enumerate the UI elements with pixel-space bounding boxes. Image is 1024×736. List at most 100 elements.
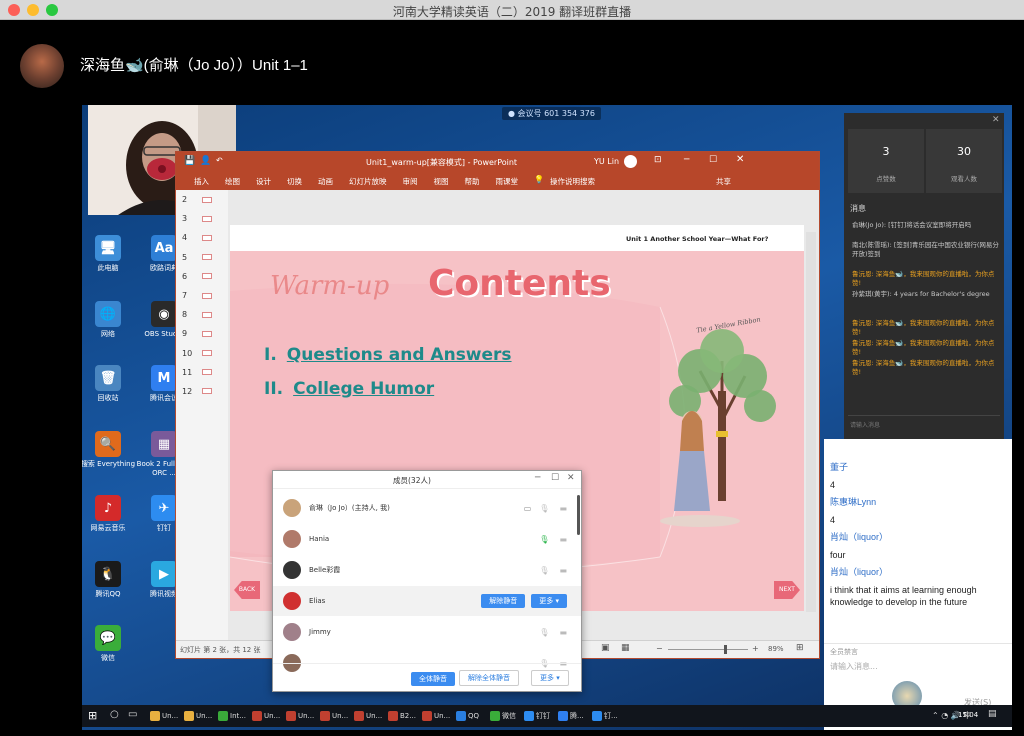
camera-icon[interactable]: ▬ xyxy=(559,504,567,513)
user-avatar[interactable] xyxy=(624,155,637,168)
close-icon[interactable]: ✕ xyxy=(736,154,744,165)
slide-thumbnail[interactable]: 4 xyxy=(176,228,228,247)
desktop-icon[interactable]: 🌐 网络 xyxy=(82,301,138,339)
member-row[interactable]: Hania 🎙 ▬ xyxy=(273,524,581,554)
unmute-button[interactable]: 解除静音 xyxy=(481,594,526,608)
member-row[interactable]: Jimmy 🎙 ▬ xyxy=(273,617,581,647)
sorter-view-icon[interactable]: ▦ xyxy=(621,643,630,653)
member-row[interactable]: 俞琳（Jo Jo）(主持人, 我) ▭ 🎙 ▬ xyxy=(273,493,581,523)
slide-thumbnail[interactable]: 10 xyxy=(176,344,228,363)
zoom-level[interactable]: 89% xyxy=(768,645,784,653)
ribbon-tab[interactable]: 帮助 xyxy=(465,176,480,187)
ribbon-tab[interactable]: 绘图 xyxy=(225,176,240,187)
zoom-out-icon[interactable]: − xyxy=(656,644,663,653)
taskbar-app[interactable]: Un... xyxy=(352,707,384,725)
taskbar-app[interactable]: Un... xyxy=(284,707,316,725)
ribbon-tab[interactable]: 动画 xyxy=(318,176,333,187)
zoom-slider[interactable] xyxy=(668,649,748,650)
mic-icon[interactable]: 🎙 xyxy=(539,628,549,637)
camera-icon[interactable]: ▬ xyxy=(559,628,567,637)
warmup-heading: Warm-up xyxy=(270,271,390,301)
ribbon-tab[interactable]: 幻灯片放映 xyxy=(349,176,387,187)
taskbar-app[interactable]: Un... xyxy=(318,707,350,725)
start-icon[interactable]: ⊞ xyxy=(88,709,97,722)
screen-share-icon[interactable]: ▭ xyxy=(524,504,532,513)
desktop-icon[interactable]: ♪ 网易云音乐 xyxy=(82,495,138,533)
contents-item-link[interactable]: College Humor xyxy=(293,379,434,399)
search-icon[interactable]: ○ xyxy=(110,709,119,720)
zoom-thumb[interactable] xyxy=(724,645,727,654)
chat-input[interactable]: 请输入消息... xyxy=(830,661,878,672)
desktop-icon[interactable]: 🗑 回收站 xyxy=(82,365,138,403)
taskbar-app[interactable]: Un... xyxy=(420,707,452,725)
ribbon-tab[interactable]: 视图 xyxy=(434,176,449,187)
members-scrollbar[interactable] xyxy=(577,495,580,535)
mute-all-button[interactable]: 全体静音 xyxy=(411,672,455,686)
member-row[interactable]: Elias 解除静音 更多 ▾ xyxy=(273,586,581,616)
streamer-avatar[interactable] xyxy=(20,44,64,88)
taskbar-app[interactable]: 钉钉 xyxy=(522,707,552,725)
normal-view-icon[interactable]: ▣ xyxy=(601,643,610,653)
minimize-icon[interactable]: ─ xyxy=(535,473,540,483)
mic-icon[interactable]: 🎙 xyxy=(539,504,549,513)
task-view-icon[interactable]: ▭ xyxy=(128,709,137,720)
member-row[interactable]: Belle彩霞 🎙 ▬ xyxy=(273,555,581,585)
minimize-icon[interactable]: ─ xyxy=(684,155,689,165)
camera-icon[interactable]: ▬ xyxy=(559,566,567,575)
tell-me-search[interactable]: 操作说明搜索 xyxy=(550,176,595,187)
taskbar-app[interactable]: Un... xyxy=(148,707,180,725)
fit-icon[interactable]: ⊞ xyxy=(796,643,804,653)
taskbar-app[interactable]: Int... xyxy=(216,707,248,725)
desktop-icon[interactable]: 🖥 此电脑 xyxy=(82,235,138,273)
slide-thumbnail[interactable]: 5 xyxy=(176,248,228,267)
slide-thumbnail[interactable]: 9 xyxy=(176,324,228,343)
slide-thumbnail[interactable]: 11 xyxy=(176,363,228,382)
restore-icon[interactable]: ☐ xyxy=(709,155,717,165)
clock[interactable]: 15:04 xyxy=(958,711,978,719)
desktop-icon[interactable]: 🐧 腾讯QQ xyxy=(82,561,138,599)
desktop-icon[interactable]: 🔍 搜索 Everything xyxy=(82,431,138,469)
slide-thumbnail[interactable]: 3 xyxy=(176,209,228,228)
taskbar-app[interactable]: 微信 xyxy=(488,707,518,725)
taskbar-app[interactable]: B2... xyxy=(386,707,418,725)
taskbar-app[interactable]: Un... xyxy=(182,707,214,725)
user-icon[interactable]: 👤 xyxy=(200,156,211,166)
close-icon[interactable]: ✕ xyxy=(567,473,575,483)
slide-thumbnail[interactable]: 2 xyxy=(176,190,228,209)
slide-thumbnail[interactable]: 12 xyxy=(176,382,228,401)
close-icon[interactable]: ✕ xyxy=(992,115,1000,125)
ribbon-tab[interactable]: 雨课堂 xyxy=(496,176,519,187)
ribbon-tab[interactable]: 切换 xyxy=(287,176,302,187)
member-more-button[interactable]: 更多 ▾ xyxy=(531,594,567,608)
slide-thumbnail[interactable]: 7 xyxy=(176,286,228,305)
slide-thumbnail[interactable]: 6 xyxy=(176,267,228,286)
contents-item[interactable]: I. Questions and Answers xyxy=(264,345,512,365)
ribbon-tab[interactable]: 设计 xyxy=(256,176,271,187)
maximize-icon[interactable]: ☐ xyxy=(551,473,559,483)
ribbon-display-icon[interactable]: ⊡ xyxy=(654,155,662,165)
contents-item-link[interactable]: Questions and Answers xyxy=(287,345,512,365)
taskbar-app[interactable]: 腾... xyxy=(556,707,586,725)
mic-icon[interactable]: 🎙 xyxy=(539,535,549,544)
slide-number: 12 xyxy=(182,386,193,396)
ppt-user[interactable]: YU Lin xyxy=(594,157,619,166)
ribbon-tab[interactable]: 审阅 xyxy=(403,176,418,187)
desktop-icon[interactable]: 💬 微信 xyxy=(82,625,138,663)
members-footer: 全体静音 解除全体静音 更多 ▾ xyxy=(273,663,581,691)
share-button[interactable]: 共享 xyxy=(716,176,731,187)
mic-icon[interactable]: 🎙 xyxy=(539,566,549,575)
notification-icon[interactable]: ▤ xyxy=(988,709,997,719)
camera-icon[interactable]: ▬ xyxy=(559,535,567,544)
autosave-icon[interactable]: 💾 xyxy=(184,156,195,166)
slide-scrollbar[interactable] xyxy=(806,232,816,612)
taskbar-app[interactable]: Un... xyxy=(250,707,282,725)
undo-icon[interactable]: ↶ xyxy=(216,156,223,165)
taskbar-app[interactable]: 钉... xyxy=(590,707,620,725)
unmute-all-button[interactable]: 解除全体静音 xyxy=(459,670,519,686)
zoom-in-icon[interactable]: + xyxy=(752,644,759,653)
slide-thumbnail[interactable]: 8 xyxy=(176,305,228,324)
taskbar-app[interactable]: QQ xyxy=(454,707,481,725)
contents-item[interactable]: II. College Humor xyxy=(264,379,512,399)
ribbon-tab[interactable]: 插入 xyxy=(194,176,209,187)
more-button[interactable]: 更多 ▾ xyxy=(531,670,569,686)
